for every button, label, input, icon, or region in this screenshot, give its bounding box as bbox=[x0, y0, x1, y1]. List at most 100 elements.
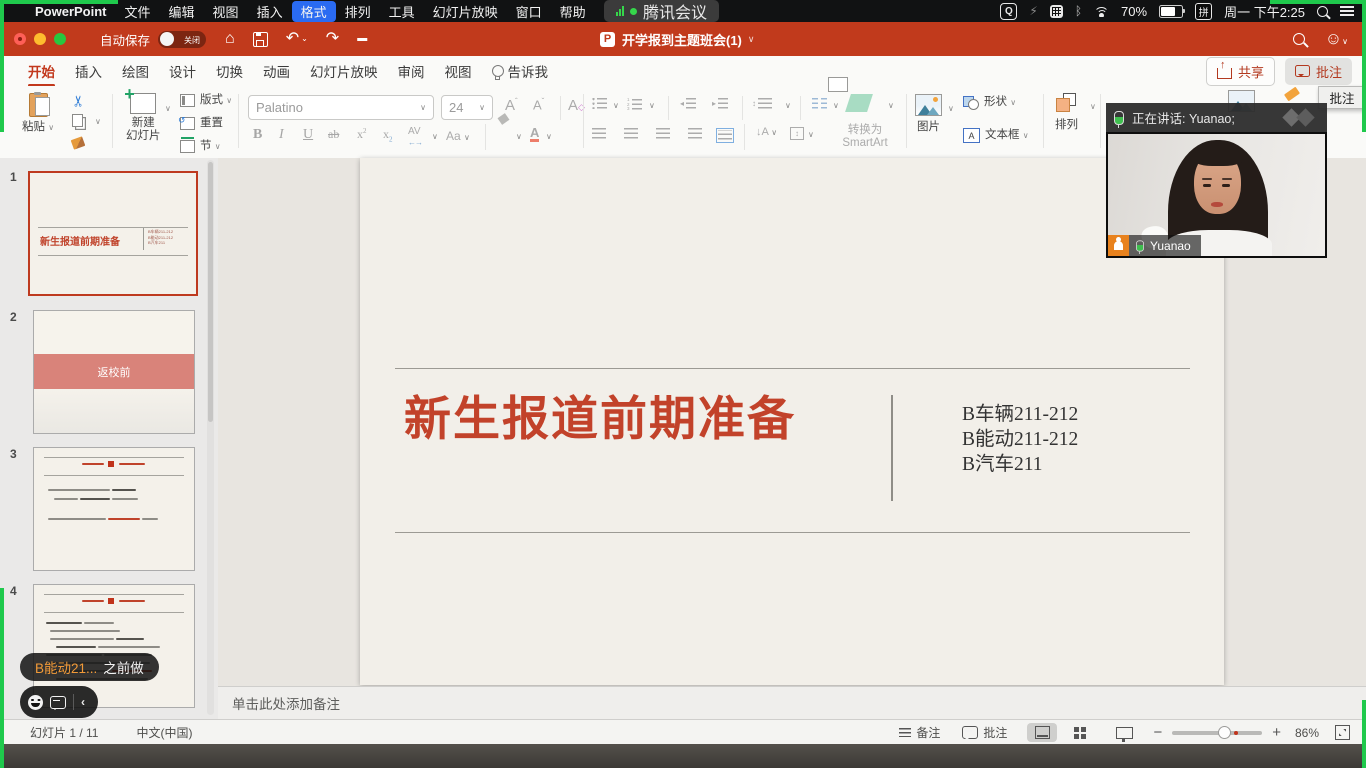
input-method-icon[interactable]: 拼 bbox=[1195, 3, 1212, 20]
columns-button[interactable] bbox=[812, 98, 827, 109]
smartart-label[interactable]: 转换为SmartArt bbox=[830, 124, 900, 149]
slide-title-text[interactable]: 新生报道前期准备 bbox=[404, 380, 796, 449]
font-family-combo[interactable]: Palatino∨ bbox=[248, 95, 434, 120]
new-slide-chevron-icon[interactable]: ∨ bbox=[165, 104, 171, 113]
reset-button[interactable]: ↺ 重置 bbox=[180, 117, 223, 130]
bolt-icon[interactable]: ⚡ bbox=[1029, 4, 1037, 18]
picture-button[interactable]: 图片 bbox=[915, 94, 942, 134]
zoom-out-button[interactable]: − bbox=[1153, 724, 1162, 741]
collapse-pill-button[interactable]: ‹ bbox=[81, 695, 85, 709]
menu-tools[interactable]: 工具 bbox=[380, 1, 424, 22]
thumbnail-slide-1[interactable]: 新生报道前期准备 B车辆211-212B能动211-212B汽车211 bbox=[28, 171, 198, 296]
tab-transitions[interactable]: 切换 bbox=[206, 57, 253, 85]
bluetooth-icon[interactable]: ᛒ bbox=[1075, 4, 1082, 18]
picture-chevron-icon[interactable]: ∨ bbox=[948, 104, 954, 113]
new-slide-button[interactable]: 新建幻灯片 bbox=[126, 93, 161, 142]
chat-panel-button[interactable] bbox=[50, 696, 66, 709]
menu-view[interactable]: 视图 bbox=[204, 1, 248, 22]
character-spacing-button[interactable]: AV←→ bbox=[408, 126, 422, 148]
character-spacing-chevron-icon[interactable]: ∨ bbox=[432, 132, 438, 141]
menu-clock[interactable]: 周一 下午2:25 bbox=[1224, 2, 1305, 21]
superscript-button[interactable]: x2 bbox=[357, 127, 367, 142]
feedback-smiley-icon[interactable]: ☺∨ bbox=[1325, 29, 1348, 49]
shrink-font-button[interactable]: Aˇ bbox=[533, 97, 544, 112]
zoom-window-button[interactable] bbox=[54, 33, 66, 45]
tab-design[interactable]: 设计 bbox=[159, 57, 206, 85]
grid-app-icon[interactable] bbox=[1050, 5, 1063, 18]
toolbar-customize-button[interactable]: ▬ bbox=[357, 34, 367, 44]
capture-tool-icon[interactable]: Q bbox=[1000, 3, 1017, 20]
align-center-button[interactable] bbox=[624, 128, 638, 139]
notes-toggle-button[interactable]: 备注 bbox=[899, 724, 940, 741]
cut-button[interactable]: ✂ bbox=[69, 95, 87, 108]
subscript-button[interactable]: x2 bbox=[383, 127, 393, 143]
zoom-slider-knob[interactable] bbox=[1218, 726, 1231, 739]
menu-slideshow[interactable]: 幻灯片放映 bbox=[424, 1, 507, 22]
tab-slideshow[interactable]: 幻灯片放映 bbox=[300, 57, 388, 85]
paste-button[interactable]: 粘贴 ∨ bbox=[22, 93, 54, 135]
battery-icon[interactable] bbox=[1159, 5, 1183, 18]
tab-tell-me[interactable]: 告诉我 bbox=[482, 57, 559, 85]
bold-button[interactable]: B bbox=[253, 127, 262, 143]
menu-app-name[interactable]: PowerPoint bbox=[26, 3, 116, 20]
emoji-reaction-button[interactable] bbox=[28, 695, 43, 710]
save-button[interactable] bbox=[253, 32, 268, 47]
bullets-chevron-icon[interactable]: ∨ bbox=[613, 101, 619, 110]
tab-review[interactable]: 审阅 bbox=[388, 57, 435, 85]
tab-home[interactable]: 开始 bbox=[18, 57, 65, 85]
menu-window[interactable]: 窗口 bbox=[507, 1, 551, 22]
tab-view[interactable]: 视图 bbox=[435, 57, 482, 85]
section-button[interactable]: 节 ∨ bbox=[180, 140, 221, 154]
language-indicator[interactable]: 中文(中国) bbox=[136, 724, 192, 741]
meeting-chat-bubble[interactable]: B能动21... 之前做 bbox=[20, 653, 159, 681]
spotlight-icon[interactable] bbox=[1317, 6, 1328, 17]
decrease-indent-button[interactable]: ◂ bbox=[680, 98, 696, 109]
menu-file[interactable]: 文件 bbox=[116, 1, 160, 22]
slide-sorter-button[interactable] bbox=[1065, 723, 1095, 742]
menu-arrange[interactable]: 排列 bbox=[336, 1, 380, 22]
grow-font-button[interactable]: Aˆ bbox=[505, 97, 518, 114]
font-color-button[interactable]: A bbox=[530, 126, 539, 142]
line-spacing-button[interactable]: ↕ bbox=[752, 98, 772, 109]
slide-class-list[interactable]: B车辆211-212 B能动211-212 B汽车211 bbox=[962, 402, 1078, 477]
increase-indent-button[interactable]: ▸ bbox=[712, 98, 728, 109]
columns-chevron-icon[interactable]: ∨ bbox=[833, 101, 839, 110]
layout-button[interactable]: 版式 ∨ bbox=[180, 94, 232, 108]
slide-canvas[interactable]: 新生报道前期准备 B车辆211-212 B能动211-212 B汽车211 bbox=[360, 158, 1224, 685]
bullets-button[interactable] bbox=[592, 98, 607, 109]
search-icon[interactable] bbox=[1293, 33, 1305, 45]
numbering-button[interactable]: 1 2 3 bbox=[627, 98, 642, 112]
underline-button[interactable]: U bbox=[303, 127, 313, 143]
thumbnail-slide-3[interactable] bbox=[33, 447, 195, 571]
menu-format[interactable]: 格式 bbox=[292, 1, 336, 22]
document-title-group[interactable]: P 开学报到主题班会(1) ∨ bbox=[600, 22, 754, 56]
zoom-slider[interactable] bbox=[1172, 731, 1262, 735]
wifi-icon[interactable] bbox=[1094, 6, 1109, 17]
undo-button[interactable]: ↶⌄ bbox=[286, 31, 308, 47]
align-left-button[interactable] bbox=[592, 128, 606, 139]
menu-help[interactable]: 帮助 bbox=[551, 1, 595, 22]
thumbnail-slide-2[interactable]: 返校前 bbox=[33, 310, 195, 434]
distribute-text-button[interactable] bbox=[716, 128, 734, 143]
comments-button[interactable]: 批注 bbox=[1285, 58, 1352, 85]
shapes-button[interactable]: 形状 ∨ bbox=[963, 96, 1016, 110]
text-direction-button[interactable]: ↓A ∨ bbox=[756, 126, 777, 138]
align-text-chevron-icon[interactable]: ∨ bbox=[808, 130, 814, 139]
tab-animations[interactable]: 动画 bbox=[253, 57, 300, 85]
copy-chevron-icon[interactable]: ∨ bbox=[95, 117, 101, 126]
comments-toggle-button[interactable]: 批注 bbox=[962, 724, 1007, 741]
autosave-toggle[interactable]: 关闭 bbox=[158, 31, 206, 48]
tab-draw[interactable]: 绘图 bbox=[112, 57, 159, 85]
notification-center-icon[interactable] bbox=[1340, 6, 1354, 16]
font-color-chevron-icon[interactable]: ∨ bbox=[546, 132, 552, 141]
meeting-speaker-bar[interactable]: 正在讲话: Yuanao; bbox=[1106, 103, 1327, 132]
close-window-button[interactable] bbox=[14, 33, 26, 45]
meeting-status-pill[interactable]: 腾讯会议 bbox=[604, 0, 719, 22]
strikethrough-button[interactable]: ab bbox=[328, 127, 339, 142]
minimize-window-button[interactable] bbox=[34, 33, 46, 45]
fit-slide-button[interactable] bbox=[1335, 725, 1350, 740]
zoom-percent[interactable]: 86% bbox=[1295, 726, 1319, 740]
numbering-chevron-icon[interactable]: ∨ bbox=[649, 101, 655, 110]
zoom-in-button[interactable]: + bbox=[1272, 724, 1281, 741]
menu-edit[interactable]: 编辑 bbox=[160, 1, 204, 22]
